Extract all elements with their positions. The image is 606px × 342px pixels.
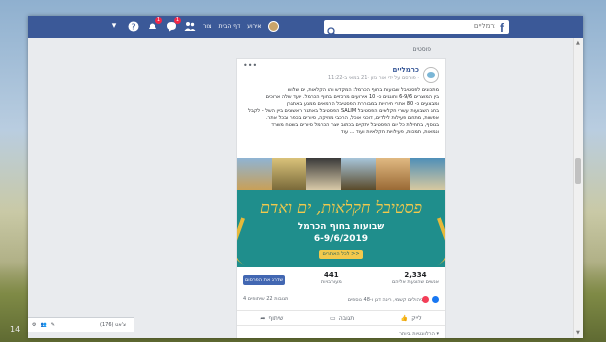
- post-text-line: בין המוצרים 6-9/6 וחוגגים כ- 10 אירועים …: [265, 94, 439, 100]
- photo-farm: [341, 158, 376, 190]
- compose-icon[interactable]: ✎: [51, 322, 55, 328]
- photo-sea: [410, 158, 446, 190]
- photo-bread: [375, 158, 411, 190]
- banner-date: 6-9/6/2019: [313, 234, 369, 244]
- photo-food: [306, 158, 342, 190]
- comments-shares-count[interactable]: 4 תגובות 22 שיתופים: [243, 296, 288, 302]
- add-friends-icon[interactable]: 👥: [40, 322, 46, 328]
- post-text-line: אפשות, מתחם פעילות לילדים, דוכני אוכל, ה…: [265, 115, 439, 121]
- dropdown-icon[interactable]: ▾: [108, 20, 120, 32]
- engagement-count: 441: [324, 271, 339, 279]
- love-reaction-icon: [422, 296, 429, 303]
- share-icon: ➦: [260, 314, 266, 322]
- nav-home[interactable]: דף הבית: [219, 23, 241, 30]
- svg-text:?: ?: [131, 22, 135, 31]
- photo-field: [237, 158, 272, 190]
- like-button[interactable]: 👍 לייק: [401, 315, 422, 322]
- scroll-down-icon[interactable]: ▼: [576, 330, 580, 336]
- nav-user-name[interactable]: אירוע: [247, 23, 261, 30]
- avatar[interactable]: [268, 20, 280, 32]
- comment-button[interactable]: ▭ תגובה: [330, 315, 354, 322]
- desktop-corner-number: 14: [10, 325, 21, 334]
- photo-strip[interactable]: [237, 158, 446, 190]
- banner-subtitle: שבועות בחוף הכרמל: [297, 222, 385, 232]
- messenger-icon[interactable]: 1: [165, 17, 181, 32]
- page-avatar[interactable]: [423, 67, 439, 83]
- friends-icon[interactable]: [184, 20, 196, 32]
- settings-icon[interactable]: ⚙: [32, 322, 36, 328]
- like-icon: 👍: [400, 314, 409, 322]
- post-text: מתכונים לפסטיבל שבועות בחוף הכרמל: המקדש…: [243, 87, 439, 136]
- notifications-icon[interactable]: 1: [146, 17, 162, 32]
- festival-banner[interactable]: פסטיבל חקלאות, ים ואדם שבועות בחוף הכרמל…: [237, 190, 445, 267]
- reach-stat: 2,334 אנשים שהוגעת אליהם: [392, 271, 439, 285]
- post-insights: שדרג את הפרסום 441 מעורבויות 2,334 אנשים…: [237, 269, 445, 293]
- post-text-line: בחג השבועות עשרי חקלאים הפסטיבל SALIM הפ…: [248, 108, 439, 114]
- facebook-logo[interactable]: f: [495, 20, 509, 35]
- post-text-line: מתכונים לפסטיבל שבועות בחוף הכרמל: המקדש…: [287, 87, 439, 93]
- post-text-line: ומבצעים כ- 80 אתרי חירויות במבוררת הפסטי…: [286, 101, 439, 107]
- banner-link-button[interactable]: לכל האתרים >>: [319, 250, 363, 259]
- photo-wheat: [271, 158, 307, 190]
- chat-bar[interactable]: ⚙ 👥 ✎ צ'אט (176): [28, 317, 134, 332]
- reach-count: 2,334: [404, 271, 427, 279]
- help-icon[interactable]: ?: [127, 20, 139, 32]
- notifications-badge: 1: [154, 17, 162, 24]
- page-title: פוסטים: [412, 46, 432, 53]
- comments-sort-dropdown[interactable]: הרלוונטיות ביותר ▾: [399, 331, 439, 337]
- search-icon[interactable]: [327, 22, 337, 37]
- post-card: ••• כרמליים פורסם על ידי אור גזון ·21 במ…: [236, 58, 446, 338]
- nav-create[interactable]: צור: [203, 23, 212, 30]
- page-name[interactable]: כרמליים: [393, 66, 419, 74]
- post-text-line[interactable]: ונמאות, תמכות, פעילויות חקלאיות ועוד ...…: [243, 129, 439, 136]
- like-label: לייק: [411, 314, 422, 322]
- engagement-stat: 441 מעורבויות: [321, 271, 342, 285]
- post-actions: ➦ שיתוף ▭ תגובה 👍 לייק: [237, 310, 445, 326]
- post-options-icon[interactable]: •••: [243, 61, 257, 70]
- reactions-summary[interactable]: 4 תגובות 22 שיתופים ניהולים קשמי, רינה ד…: [243, 295, 439, 305]
- like-reaction-icon: [432, 296, 439, 303]
- reach-label: אנשים שהוגעת אליהם: [391, 279, 439, 285]
- scroll-up-icon[interactable]: ▲: [576, 40, 580, 46]
- reactions-names[interactable]: ניהולים קשמי, רינה דגן ו-48 נוספים: [348, 297, 423, 303]
- comment-icon: ▭: [330, 314, 336, 322]
- top-bar-icons: ▾ ? 1 1 צור דף הבית אירוע: [108, 17, 280, 32]
- scrollbar-thumb[interactable]: [575, 158, 581, 184]
- messages-badge: 1: [173, 17, 181, 24]
- search-box[interactable]: כרמליים: [324, 20, 504, 37]
- browser-window: ▾ ? 1 1 צור דף הבית אירוע כרמליים f פוסט…: [28, 16, 583, 338]
- boost-post-button[interactable]: שדרג את הפרסום: [243, 275, 285, 285]
- comment-label: תגובה: [338, 314, 355, 322]
- chat-label[interactable]: צ'אט (176): [100, 322, 126, 328]
- scrollbar[interactable]: ▲ ▼: [573, 38, 583, 338]
- share-label: שיתוף: [268, 314, 284, 322]
- engagement-label: מעורבויות: [321, 279, 342, 285]
- post-meta: פורסם על ידי אור גזון ·21 במאי ב-11:22 ·: [328, 75, 419, 81]
- facebook-top-bar: ▾ ? 1 1 צור דף הבית אירוע כרמליים f: [28, 16, 583, 38]
- banner-title: פסטיבל חקלאות, ים ואדם: [260, 198, 422, 217]
- share-button[interactable]: ➦ שיתוף: [260, 315, 283, 322]
- post-text-line: בנוסף, בתחילת כל יום הפסטיבל יתקיים בכתו…: [271, 122, 439, 128]
